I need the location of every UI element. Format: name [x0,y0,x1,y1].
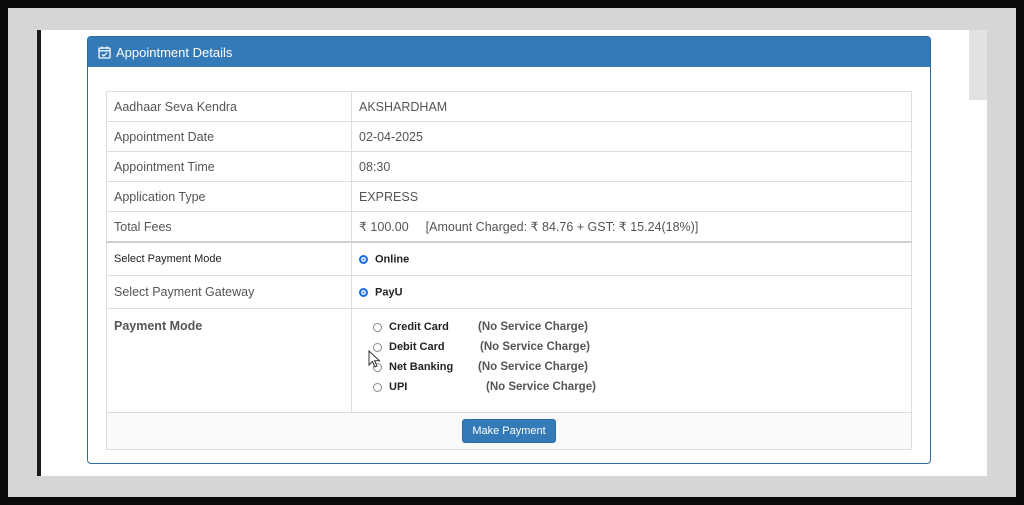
detail-value: 02-04-2025 [351,121,912,152]
table-row: Appointment Time 08:30 [106,151,912,182]
debit-card-charge: (No Service Charge) [480,341,590,353]
table-row: Total Fees ₹ 100.00 [Amount Charged: ₹ 8… [106,211,912,243]
debit-card-label[interactable]: Debit Card [389,341,480,353]
table-row: Aadhaar Seva Kendra AKSHARDHAM [106,91,912,122]
panel-header: Appointment Details [88,37,930,67]
upi-charge: (No Service Charge) [486,381,596,393]
viewport-shade [969,30,987,100]
detail-value: AKSHARDHAM [351,91,912,122]
table-row: Application Type EXPRESS [106,181,912,212]
fees-amount: ₹ 100.00 [359,220,409,234]
make-payment-button[interactable]: Make Payment [462,419,556,443]
action-row: Make Payment [106,412,912,450]
action-cell: Make Payment [106,412,912,450]
payu-label[interactable]: PayU [375,287,403,299]
credit-card-option[interactable]: Credit Card (No Service Charge) [373,317,904,337]
mouse-cursor-icon [368,350,381,368]
detail-label: Aadhaar Seva Kendra [106,91,352,122]
gateway-select-label: Select Payment Gateway [106,275,352,309]
payment-mode-select-label: Select Payment Mode [106,241,352,276]
detail-value: 08:30 [351,151,912,182]
payment-mode-options: Credit Card (No Service Charge) Debit Ca… [351,308,912,413]
net-banking-charge: (No Service Charge) [478,361,588,373]
debit-card-option[interactable]: Debit Card (No Service Charge) [373,337,904,357]
table-row: Appointment Date 02-04-2025 [106,121,912,152]
payment-mode-label: Payment Mode [106,308,352,413]
detail-label: Appointment Date [106,121,352,152]
browser-viewport: Appointment Details Aadhaar Seva Kendra … [37,30,987,476]
credit-card-charge: (No Service Charge) [478,321,588,333]
upi-radio[interactable] [373,382,382,392]
net-banking-option[interactable]: Net Banking (No Service Charge) [373,357,904,377]
credit-card-label[interactable]: Credit Card [389,321,478,333]
fees-value: ₹ 100.00 [Amount Charged: ₹ 84.76 + GST:… [351,211,912,243]
payment-mode-select-cell: Online [351,241,912,276]
gateway-select-row: Select Payment Gateway PayU [106,275,912,309]
panel-title: Appointment Details [116,44,233,60]
appointment-table: Aadhaar Seva Kendra AKSHARDHAM Appointme… [106,91,912,450]
online-label[interactable]: Online [375,254,409,266]
appointment-details-panel: Appointment Details Aadhaar Seva Kendra … [87,36,931,464]
payment-mode-select-row: Select Payment Mode Online [106,241,912,276]
upi-option[interactable]: UPI (No Service Charge) [373,377,904,397]
detail-label: Application Type [106,181,352,212]
credit-card-radio[interactable] [373,322,382,332]
fees-label: Total Fees [106,211,352,243]
fees-breakdown: [Amount Charged: ₹ 84.76 + GST: ₹ 15.24(… [425,220,699,234]
calendar-check-icon [98,46,111,59]
net-banking-label[interactable]: Net Banking [389,361,478,373]
detail-label: Appointment Time [106,151,352,182]
payment-mode-row: Payment Mode Credit Card (No Service Cha… [106,308,912,413]
detail-value: EXPRESS [351,181,912,212]
payu-radio[interactable] [359,288,368,298]
upi-label[interactable]: UPI [389,381,486,393]
gateway-select-cell: PayU [351,275,912,309]
online-radio[interactable] [359,255,368,265]
